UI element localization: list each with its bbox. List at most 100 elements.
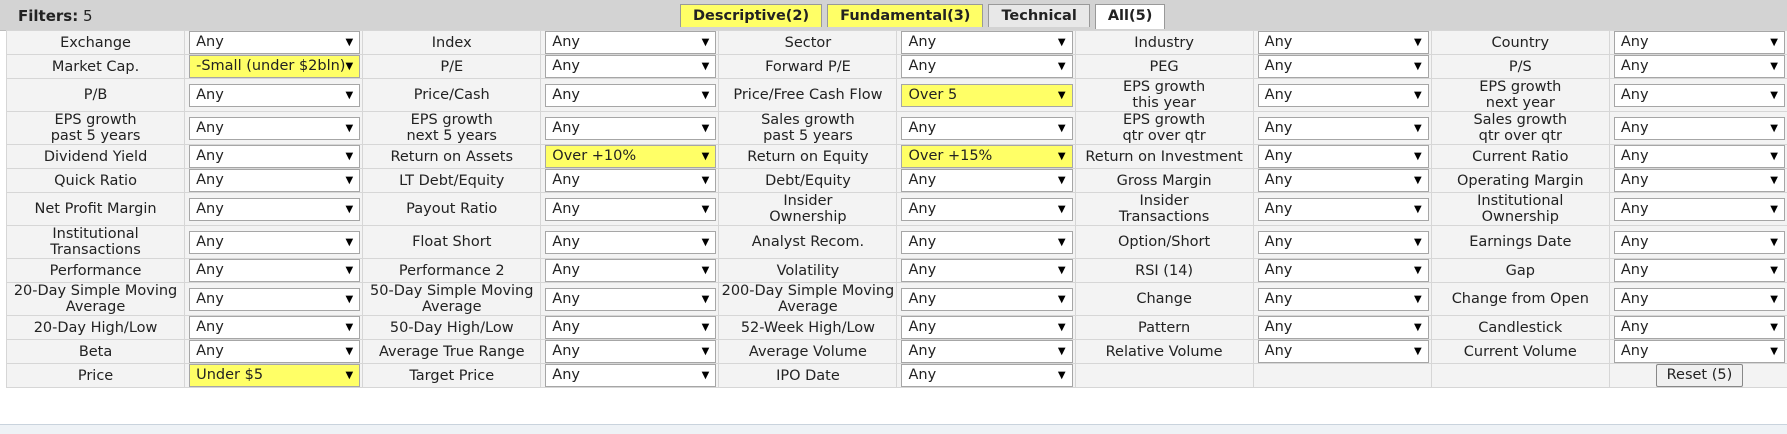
filter-row: 20-Day High/LowAny▼50-Day High/LowAny▼52… xyxy=(7,316,1787,340)
filter-select-net-profit-margin[interactable]: Any▼ xyxy=(189,198,360,221)
filter-select-return-on-investment[interactable]: Any▼ xyxy=(1258,145,1429,168)
filter-select-performance-2[interactable]: Any▼ xyxy=(545,259,716,282)
empty-cell xyxy=(1075,364,1253,388)
filter-select-average-true-range[interactable]: Any▼ xyxy=(545,340,716,363)
filter-select-cell: Over +10%▼ xyxy=(541,145,719,169)
filter-select-eps-growth-qtr-over-qtr[interactable]: Any▼ xyxy=(1258,117,1429,140)
filter-select-change-from-open[interactable]: Any▼ xyxy=(1614,288,1785,311)
filter-label-text: Current Volume xyxy=(1464,344,1577,360)
filter-label-text: Relative Volume xyxy=(1106,344,1223,360)
filter-select-value: Any xyxy=(1265,262,1293,278)
filter-select-sales-growth-qtr-over-qtr[interactable]: Any▼ xyxy=(1614,117,1785,140)
filter-select-value: Any xyxy=(1265,148,1293,164)
filter-select-option-short[interactable]: Any▼ xyxy=(1258,231,1429,254)
chevron-down-icon: ▼ xyxy=(1770,56,1778,77)
filter-select-quick-ratio[interactable]: Any▼ xyxy=(189,169,360,192)
filter-select-rsi-14[interactable]: Any▼ xyxy=(1258,259,1429,282)
filter-select-eps-growth-past-5-years[interactable]: Any▼ xyxy=(189,117,360,140)
filter-select-value: Any xyxy=(908,262,936,278)
filter-select-cell: Any▼ xyxy=(185,145,363,169)
tab-all[interactable]: All(5) xyxy=(1095,4,1166,29)
filter-select-p-s[interactable]: Any▼ xyxy=(1614,55,1785,78)
filter-select-eps-growth-next-year[interactable]: Any▼ xyxy=(1614,84,1785,107)
filter-select-price-free-cash-flow[interactable]: Over 5▼ xyxy=(901,84,1072,107)
filter-select-target-price[interactable]: Any▼ xyxy=(545,364,716,387)
filter-select-cell: Any▼ xyxy=(1253,316,1431,340)
filter-select-value: Any xyxy=(196,34,224,50)
filter-select-candlestick[interactable]: Any▼ xyxy=(1614,316,1785,339)
filter-select-earnings-date[interactable]: Any▼ xyxy=(1614,231,1785,254)
filter-select-change[interactable]: Any▼ xyxy=(1258,288,1429,311)
filter-select-institutional-transactions[interactable]: Any▼ xyxy=(189,231,360,254)
filter-select-cell: Any▼ xyxy=(897,31,1075,55)
filter-select-50-day-simple-moving-average[interactable]: Any▼ xyxy=(545,288,716,311)
filter-select-value: Any xyxy=(1265,291,1293,307)
filter-select-eps-growth-this-year[interactable]: Any▼ xyxy=(1258,84,1429,107)
filter-select-average-volume[interactable]: Any▼ xyxy=(901,340,1072,363)
filter-select-pattern[interactable]: Any▼ xyxy=(1258,316,1429,339)
filter-select-sector[interactable]: Any▼ xyxy=(901,31,1072,54)
filter-select-market-cap[interactable]: -Small (under $2bln)▼ xyxy=(189,55,360,78)
filter-select-index[interactable]: Any▼ xyxy=(545,31,716,54)
filter-select-institutional-ownership[interactable]: Any▼ xyxy=(1614,198,1785,221)
filter-select-country[interactable]: Any▼ xyxy=(1614,31,1785,54)
filter-select-current-volume[interactable]: Any▼ xyxy=(1614,340,1785,363)
filter-select-analyst-recom[interactable]: Any▼ xyxy=(901,231,1072,254)
tab-technical[interactable]: Technical xyxy=(988,4,1089,27)
filter-select-52-week-high-low[interactable]: Any▼ xyxy=(901,316,1072,339)
filter-select-operating-margin[interactable]: Any▼ xyxy=(1614,169,1785,192)
filter-select-current-ratio[interactable]: Any▼ xyxy=(1614,145,1785,168)
filter-select-price-cash[interactable]: Any▼ xyxy=(545,84,716,107)
filter-select-gap[interactable]: Any▼ xyxy=(1614,259,1785,282)
filter-select-volatility[interactable]: Any▼ xyxy=(901,259,1072,282)
filter-select-200-day-simple-moving-average[interactable]: Any▼ xyxy=(901,288,1072,311)
filter-select-p-e[interactable]: Any▼ xyxy=(545,55,716,78)
filter-select-sales-growth-past-5-years[interactable]: Any▼ xyxy=(901,117,1072,140)
filter-label-52-week-high-low: 52-Week High/Low xyxy=(719,316,897,340)
filter-select-50-day-high-low[interactable]: Any▼ xyxy=(545,316,716,339)
filter-select-insider-transactions[interactable]: Any▼ xyxy=(1258,198,1429,221)
filter-select-performance[interactable]: Any▼ xyxy=(189,259,360,282)
filter-select-value: Any xyxy=(552,367,580,383)
filter-select-forward-p-e[interactable]: Any▼ xyxy=(901,55,1072,78)
filter-select-p-b[interactable]: Any▼ xyxy=(189,84,360,107)
filter-select-beta[interactable]: Any▼ xyxy=(189,340,360,363)
filter-select-return-on-assets[interactable]: Over +10%▼ xyxy=(545,145,716,168)
tab-fundamental[interactable]: Fundamental(3) xyxy=(827,4,983,27)
filter-select-20-day-simple-moving-average[interactable]: Any▼ xyxy=(189,288,360,311)
filter-select-return-on-equity[interactable]: Over +15%▼ xyxy=(901,145,1072,168)
filter-select-20-day-high-low[interactable]: Any▼ xyxy=(189,316,360,339)
filter-select-float-short[interactable]: Any▼ xyxy=(545,231,716,254)
filter-label-text: EPS growth qtr over qtr xyxy=(1122,112,1205,144)
filter-select-lt-debt-equity[interactable]: Any▼ xyxy=(545,169,716,192)
filter-select-gross-margin[interactable]: Any▼ xyxy=(1258,169,1429,192)
filter-select-cell: Any▼ xyxy=(185,283,363,316)
filter-select-debt-equity[interactable]: Any▼ xyxy=(901,169,1072,192)
filter-row: 20-Day Simple Moving AverageAny▼50-Day S… xyxy=(7,283,1787,316)
filter-select-relative-volume[interactable]: Any▼ xyxy=(1258,340,1429,363)
filter-select-price[interactable]: Under $5▼ xyxy=(189,364,360,387)
filter-select-exchange[interactable]: Any▼ xyxy=(189,31,360,54)
filter-select-value: Any xyxy=(552,58,580,74)
filter-label-text: Forward P/E xyxy=(765,59,851,75)
filter-label-text: Price/Free Cash Flow xyxy=(733,87,882,103)
filter-select-dividend-yield[interactable]: Any▼ xyxy=(189,145,360,168)
filter-select-value: Any xyxy=(552,343,580,359)
filter-select-eps-growth-next-5-years[interactable]: Any▼ xyxy=(545,117,716,140)
filter-select-insider-ownership[interactable]: Any▼ xyxy=(901,198,1072,221)
filter-select-industry[interactable]: Any▼ xyxy=(1258,31,1429,54)
filter-label-beta: Beta xyxy=(7,340,185,364)
filter-select-peg[interactable]: Any▼ xyxy=(1258,55,1429,78)
filter-label-text: 20-Day Simple Moving Average xyxy=(14,283,177,315)
filter-select-payout-ratio[interactable]: Any▼ xyxy=(545,198,716,221)
filters-label: Filters: xyxy=(18,7,78,25)
filter-select-value: Any xyxy=(1621,172,1649,188)
filter-label-text: P/S xyxy=(1509,59,1532,75)
filter-select-ipo-date[interactable]: Any▼ xyxy=(901,364,1072,387)
filter-label-insider-transactions: Insider Transactions xyxy=(1075,193,1253,226)
chevron-down-icon: ▼ xyxy=(1058,146,1066,167)
tab-descriptive[interactable]: Descriptive(2) xyxy=(680,4,822,27)
filter-label-text: Debt/Equity xyxy=(765,173,851,189)
reset-button[interactable]: Reset (5) xyxy=(1656,364,1744,387)
filter-label-text: Gross Margin xyxy=(1117,173,1212,189)
